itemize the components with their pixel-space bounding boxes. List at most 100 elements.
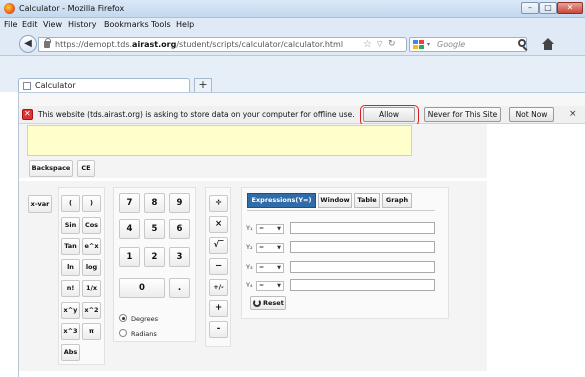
square-button[interactable]: x^2 <box>82 302 101 319</box>
minus-button[interactable]: - <box>209 321 228 338</box>
cube-button[interactable]: x^3 <box>61 323 80 340</box>
degrees-radio[interactable] <box>119 314 127 322</box>
lock-icon <box>44 38 51 48</box>
not-now-button[interactable]: Not Now <box>509 107 554 122</box>
close-window-button[interactable]: ✕ <box>557 2 583 14</box>
open-paren-button[interactable]: ( <box>61 195 80 212</box>
factorial-button[interactable]: n! <box>61 280 80 297</box>
tab-strip: Calculator + <box>0 56 585 92</box>
y2-label: Y₂ <box>246 243 253 251</box>
menu-tools[interactable]: Tools <box>151 20 171 29</box>
x-var-button[interactable]: x-var <box>28 195 52 213</box>
digit-3-button[interactable]: 3 <box>169 247 190 267</box>
tab-window[interactable]: Window <box>318 193 352 208</box>
engine-dropdown-icon[interactable]: ▾ <box>427 41 430 48</box>
y1-label: Y₁ <box>246 224 253 232</box>
minimize-button[interactable]: – <box>521 2 539 14</box>
sin-button[interactable]: Sin <box>61 217 80 234</box>
url-bar[interactable]: https://demopt.tds.airast.org/student/sc… <box>38 37 407 52</box>
page-icon <box>23 82 31 90</box>
close-paren-button[interactable]: ) <box>82 195 101 212</box>
log-button[interactable]: log <box>82 259 101 276</box>
search-placeholder: Google <box>437 40 466 49</box>
tan-button[interactable]: Tan <box>61 238 80 255</box>
multiply-button[interactable]: × <box>209 216 228 233</box>
y3-expression-input[interactable] <box>290 261 435 273</box>
navigation-bar: ◀ https://demopt.tds.airast.org/student/… <box>0 32 585 56</box>
new-tab-button[interactable]: + <box>194 78 212 92</box>
y4-operator-select[interactable]: = <box>256 281 284 291</box>
subtract-button[interactable]: − <box>209 258 228 275</box>
negate-button[interactable]: +/- <box>209 279 228 296</box>
bookmark-star-icon[interactable]: ☆ <box>363 39 372 50</box>
y4-expression-input[interactable] <box>290 279 435 291</box>
menu-edit[interactable]: Edit <box>22 20 38 29</box>
digit-9-button[interactable]: 9 <box>169 193 190 213</box>
tab-divider <box>247 210 435 211</box>
home-icon[interactable] <box>541 38 555 51</box>
y1-expression-input[interactable] <box>290 222 435 234</box>
tab-expressions[interactable]: Expressions(Y=) <box>247 193 316 208</box>
y2-operator-select[interactable]: = <box>256 243 284 253</box>
url-text: https://demopt.tds.airast.org/student/sc… <box>55 40 344 49</box>
ln-button[interactable]: ln <box>61 259 80 276</box>
y2-expression-input[interactable] <box>290 241 435 253</box>
digit-5-button[interactable]: 5 <box>144 219 165 239</box>
reciprocal-button[interactable]: 1/x <box>82 280 101 297</box>
sqrt-button[interactable]: √‾ <box>209 237 228 254</box>
digit-2-button[interactable]: 2 <box>144 247 165 267</box>
digit-8-button[interactable]: 8 <box>144 193 165 213</box>
divide-button[interactable]: ÷ <box>209 195 228 212</box>
menu-history[interactable]: History <box>68 20 96 29</box>
digit-0-button[interactable]: 0 <box>119 278 165 298</box>
exp-button[interactable]: e^x <box>82 238 101 255</box>
add-button[interactable]: + <box>209 300 228 317</box>
cos-button[interactable]: Cos <box>82 217 101 234</box>
notification-text: This website (tds.airast.org) is asking … <box>38 110 355 119</box>
menu-file[interactable]: File <box>4 20 17 29</box>
never-for-this-site-button[interactable]: Never for This Site <box>424 107 501 122</box>
tab-table[interactable]: Table <box>354 193 380 208</box>
y3-operator-select[interactable]: = <box>256 263 284 273</box>
menu-bar: File Edit View History Bookmarks Tools H… <box>0 18 585 32</box>
radians-radio[interactable] <box>119 329 127 337</box>
menu-help[interactable]: Help <box>176 20 194 29</box>
menu-view[interactable]: View <box>43 20 62 29</box>
decimal-button[interactable]: . <box>169 278 190 298</box>
window-title: Calculator - Mozilla Firefox <box>19 4 125 13</box>
power-button[interactable]: x^y <box>61 302 80 319</box>
y3-label: Y₃ <box>246 263 253 271</box>
close-icon[interactable]: × <box>569 109 577 119</box>
y4-label: Y₄ <box>246 281 253 289</box>
degrees-label: Degrees <box>131 315 159 323</box>
title-bar: Calculator - Mozilla Firefox – □ ✕ <box>0 0 585 18</box>
y1-operator-select[interactable]: = <box>256 224 284 234</box>
search-input[interactable]: ▾ Google <box>409 37 527 52</box>
digit-7-button[interactable]: 7 <box>119 193 140 213</box>
tab-content-top <box>18 92 585 106</box>
tab-calculator[interactable]: Calculator <box>18 78 190 92</box>
pi-button[interactable]: π <box>82 323 101 340</box>
digit-1-button[interactable]: 1 <box>119 247 140 267</box>
abs-button[interactable]: Abs <box>61 344 80 361</box>
offline-storage-notification: This website (tds.airast.org) is asking … <box>18 105 585 126</box>
digit-6-button[interactable]: 6 <box>169 219 190 239</box>
reset-label: Reset <box>263 299 284 307</box>
reset-icon <box>253 299 261 307</box>
maximize-button[interactable]: □ <box>539 2 557 14</box>
menu-bookmarks[interactable]: Bookmarks <box>104 20 149 29</box>
tab-graph[interactable]: Graph <box>382 193 412 208</box>
search-icon[interactable] <box>518 39 526 47</box>
ce-button[interactable]: CE <box>77 160 95 177</box>
allow-button[interactable]: Allow <box>363 107 415 122</box>
history-dropdown-icon[interactable]: ▽ <box>377 40 382 48</box>
back-button[interactable]: ◀ <box>19 35 37 53</box>
google-icon[interactable] <box>413 40 425 49</box>
calculator-display[interactable] <box>27 125 412 156</box>
backspace-button[interactable]: Backspace <box>29 160 73 177</box>
reload-icon[interactable]: ↻ <box>388 39 396 49</box>
digit-4-button[interactable]: 4 <box>119 219 140 239</box>
radians-label: Radians <box>131 330 157 338</box>
reset-button[interactable]: Reset <box>250 296 286 310</box>
firefox-logo-icon <box>4 3 15 14</box>
